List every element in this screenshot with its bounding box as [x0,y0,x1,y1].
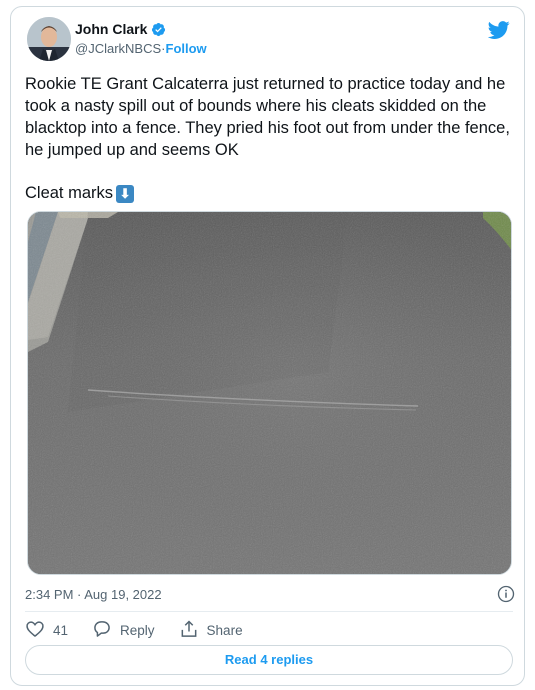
heart-icon [25,619,45,642]
reply-button[interactable]: Reply [92,619,155,642]
down-arrow-emoji-icon: ⬇ [116,184,135,203]
author-name-row: John Clark [75,21,166,37]
tweet-text-line2: Cleat marks ⬇ [25,184,135,203]
divider [25,611,513,612]
read-replies-button[interactable]: Read 4 replies [25,645,513,675]
author-name[interactable]: John Clark [75,21,147,37]
tweet-card: John Clark @JClarkNBCS · Follow Rookie T… [10,6,525,686]
verified-badge-icon [151,22,166,37]
tweet-meta-row: 2:34 PM · Aug 19, 2022 [25,585,515,603]
action-bar: 41 Reply Share [25,619,243,642]
share-icon [179,619,199,642]
author-handle-row: @JClarkNBCS · Follow [75,41,207,56]
twitter-bird-icon[interactable] [487,19,510,41]
reply-label: Reply [120,623,155,638]
author-handle[interactable]: @JClarkNBCS [75,41,161,56]
timestamp[interactable]: 2:34 PM · Aug 19, 2022 [25,587,162,602]
info-icon[interactable] [497,585,515,603]
tweet-text: Rookie TE Grant Calcaterra just returned… [25,75,515,159]
follow-button[interactable]: Follow [166,41,207,56]
like-button[interactable]: 41 [25,619,68,642]
share-label: Share [206,623,243,638]
like-count: 41 [53,623,69,638]
share-button[interactable]: Share [179,619,243,642]
reply-icon [92,619,112,642]
cleat-marks-text: Cleat marks [25,184,114,202]
tweet-photo[interactable] [27,211,512,575]
avatar[interactable] [27,17,71,61]
